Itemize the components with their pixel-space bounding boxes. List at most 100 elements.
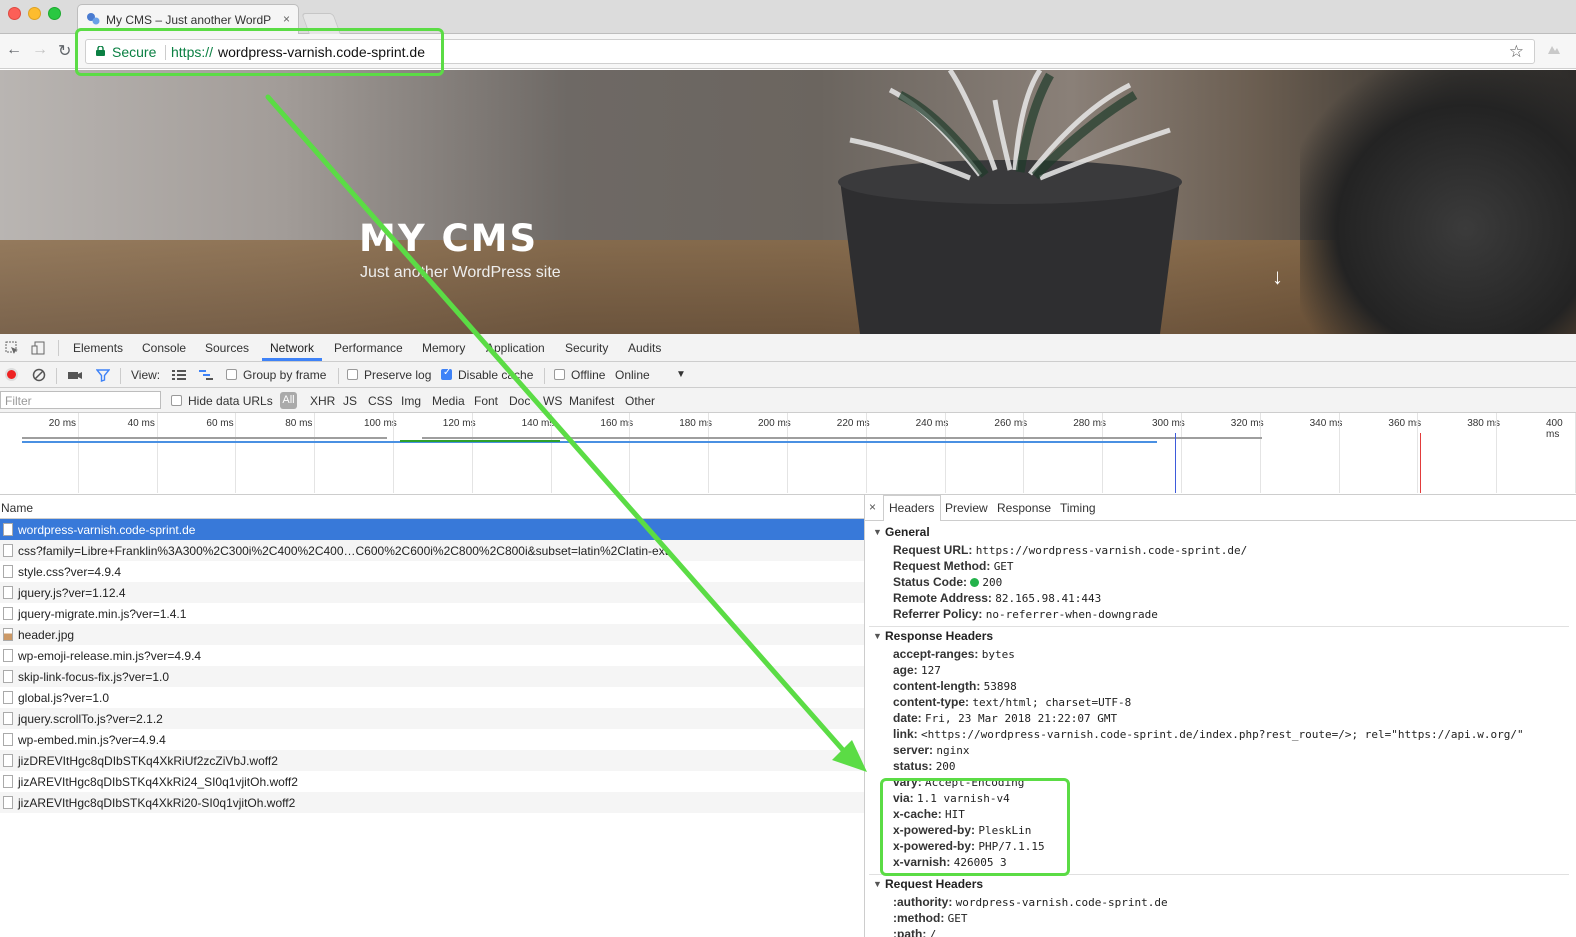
offline-label: Offline (571, 368, 606, 382)
filter-type-js[interactable]: JS (343, 394, 357, 408)
expand-triangle-icon[interactable]: ▼ (873, 631, 882, 641)
tab-network[interactable]: Network (270, 341, 314, 355)
tab-audits[interactable]: Audits (628, 341, 661, 355)
tab-memory[interactable]: Memory (422, 341, 465, 355)
timeline-tick-label: 120 ms (442, 418, 476, 429)
request-row[interactable]: wp-emoji-release.min.js?ver=4.9.4 (0, 645, 864, 666)
filter-type-xhr[interactable]: XHR (310, 394, 335, 408)
tab-title: My CMS – Just another WordP (106, 13, 272, 27)
throttling-select[interactable]: Online (615, 368, 650, 382)
tab-performance[interactable]: Performance (334, 341, 403, 355)
disable-cache-checkbox[interactable] (441, 367, 452, 380)
timeline-grid-line (1181, 413, 1182, 493)
dom-content-loaded-marker (1175, 433, 1176, 493)
details-tab-response[interactable]: Response (997, 501, 1051, 515)
request-row[interactable]: global.js?ver=1.0 (0, 687, 864, 708)
request-section-title[interactable]: Request Headers (885, 877, 983, 891)
large-rows-icon[interactable] (172, 368, 186, 382)
close-window-button[interactable] (8, 7, 21, 20)
tab-application[interactable]: Application (486, 341, 545, 355)
extension-icon[interactable] (1546, 42, 1562, 58)
maximize-window-button[interactable] (48, 7, 61, 20)
header-key: server: (893, 743, 934, 757)
record-icon[interactable] (5, 368, 18, 381)
document-file-icon (3, 565, 13, 578)
request-rows: wordpress-varnish.code-sprint.de css?fami… (0, 519, 864, 813)
reload-icon[interactable]: ↻ (58, 41, 71, 61)
response-header-row: date: Fri, 23 Mar 2018 21:22:07 GMT (893, 711, 1117, 725)
tab-sources[interactable]: Sources (205, 341, 249, 355)
screenshot-camera-icon[interactable] (68, 368, 82, 382)
filter-funnel-icon[interactable] (96, 368, 110, 382)
request-row[interactable]: jquery.js?ver=1.12.4 (0, 582, 864, 603)
request-row[interactable]: style.css?ver=4.9.4 (0, 561, 864, 582)
minimize-window-button[interactable] (28, 7, 41, 20)
filter-type-img[interactable]: Img (401, 394, 421, 408)
timeline-grid-line (314, 413, 316, 493)
request-name: css?family=Libre+Franklin%3A300%2C300i%2… (18, 544, 669, 558)
document-file-icon (3, 754, 13, 767)
expand-triangle-icon[interactable]: ▼ (873, 527, 882, 537)
response-section-title[interactable]: Response Headers (885, 629, 993, 643)
filter-type-media[interactable]: Media (432, 394, 465, 408)
chevron-down-icon[interactable]: ▼ (676, 369, 686, 380)
header-value: https://wordpress-varnish.code-sprint.de… (975, 544, 1248, 557)
hide-data-urls-checkbox[interactable] (171, 395, 182, 406)
request-name: wp-emoji-release.min.js?ver=4.9.4 (18, 649, 202, 663)
toolbar-separator (544, 368, 545, 384)
request-row[interactable]: header.jpg (0, 624, 864, 645)
document-file-icon (3, 649, 13, 662)
filter-type-other[interactable]: Other (625, 394, 655, 408)
timeline-tick-label: 140 ms (521, 418, 555, 429)
general-section-title[interactable]: General (885, 525, 930, 539)
network-timeline-overview[interactable]: 20 ms 40 ms 60 ms 80 ms 100 ms 120 ms 140 ms 16… (0, 413, 1576, 495)
request-row[interactable]: wordpress-varnish.code-sprint.de (0, 519, 864, 540)
request-row[interactable]: jizAREVItHgc8qDIbSTKq4XkRi24_SI0q1vjitOh… (0, 771, 864, 792)
response-header-row: age: 127 (893, 663, 941, 677)
forward-icon[interactable]: → (32, 41, 48, 59)
request-row[interactable]: jquery.scrollTo.js?ver=2.1.2 (0, 708, 864, 729)
request-row[interactable]: wp-embed.min.js?ver=4.9.4 (0, 729, 864, 750)
filter-type-css[interactable]: CSS (368, 394, 393, 408)
name-column-header[interactable]: Name (0, 495, 864, 519)
clear-icon[interactable] (32, 368, 46, 382)
back-icon[interactable]: ← (6, 41, 22, 59)
filter-type-font[interactable]: Font (474, 394, 498, 408)
timeline-tick-label: 200 ms (758, 418, 791, 429)
timeline-tick-label: 20 ms (48, 418, 77, 429)
tab-security[interactable]: Security (565, 341, 608, 355)
tab-elements[interactable]: Elements (73, 341, 123, 355)
expand-triangle-icon[interactable]: ▼ (873, 879, 882, 889)
preserve-log-checkbox[interactable] (347, 369, 358, 380)
filter-type-all[interactable]: All (280, 392, 297, 409)
inspect-element-icon[interactable] (5, 341, 19, 355)
details-tab-headers[interactable]: Headers (889, 501, 934, 515)
site-title[interactable]: MY CMS (359, 217, 538, 260)
response-header-row: server: nginx (893, 743, 970, 757)
header-value: Fri, 23 Mar 2018 21:22:07 GMT (925, 712, 1118, 725)
request-row[interactable]: jizAREVItHgc8qDIbSTKq4XkRi20-SI0q1vjitOh… (0, 792, 864, 813)
filter-input[interactable]: Filter (0, 391, 161, 409)
group-by-frame-checkbox[interactable] (226, 369, 237, 380)
filter-type-ws[interactable]: WS (543, 394, 562, 408)
request-row[interactable]: skip-link-focus-fix.js?ver=1.0 (0, 666, 864, 687)
filter-type-doc[interactable]: Doc (509, 394, 530, 408)
request-row[interactable]: css?family=Libre+Franklin%3A300%2C300i%2… (0, 540, 864, 561)
bookmark-star-icon[interactable]: ☆ (1509, 42, 1524, 62)
tab-console[interactable]: Console (142, 341, 186, 355)
details-tab-timing[interactable]: Timing (1060, 501, 1096, 515)
request-row[interactable]: jquery-migrate.min.js?ver=1.4.1 (0, 603, 864, 624)
close-details-icon[interactable]: × (869, 500, 876, 514)
overview-waterfall-icon[interactable] (199, 368, 213, 382)
device-toolbar-icon[interactable] (31, 341, 45, 355)
general-header-row: Referrer Policy: no-referrer-when-downgr… (893, 607, 1158, 621)
timeline-grid-line (708, 413, 710, 493)
details-tab-preview[interactable]: Preview (945, 501, 988, 515)
offline-checkbox[interactable] (554, 369, 565, 380)
request-name: jizAREVItHgc8qDIbSTKq4XkRi24_SI0q1vjitOh… (18, 775, 298, 789)
filter-type-manifest[interactable]: Manifest (569, 394, 614, 408)
timeline-tick-label: 340 ms (1309, 418, 1343, 429)
scroll-down-icon[interactable]: ↓ (1272, 264, 1283, 290)
request-row[interactable]: jizDREVItHgc8qDIbSTKq4XkRiUf2zcZiVbJ.wof… (0, 750, 864, 771)
tab-close-icon[interactable]: × (283, 12, 290, 26)
